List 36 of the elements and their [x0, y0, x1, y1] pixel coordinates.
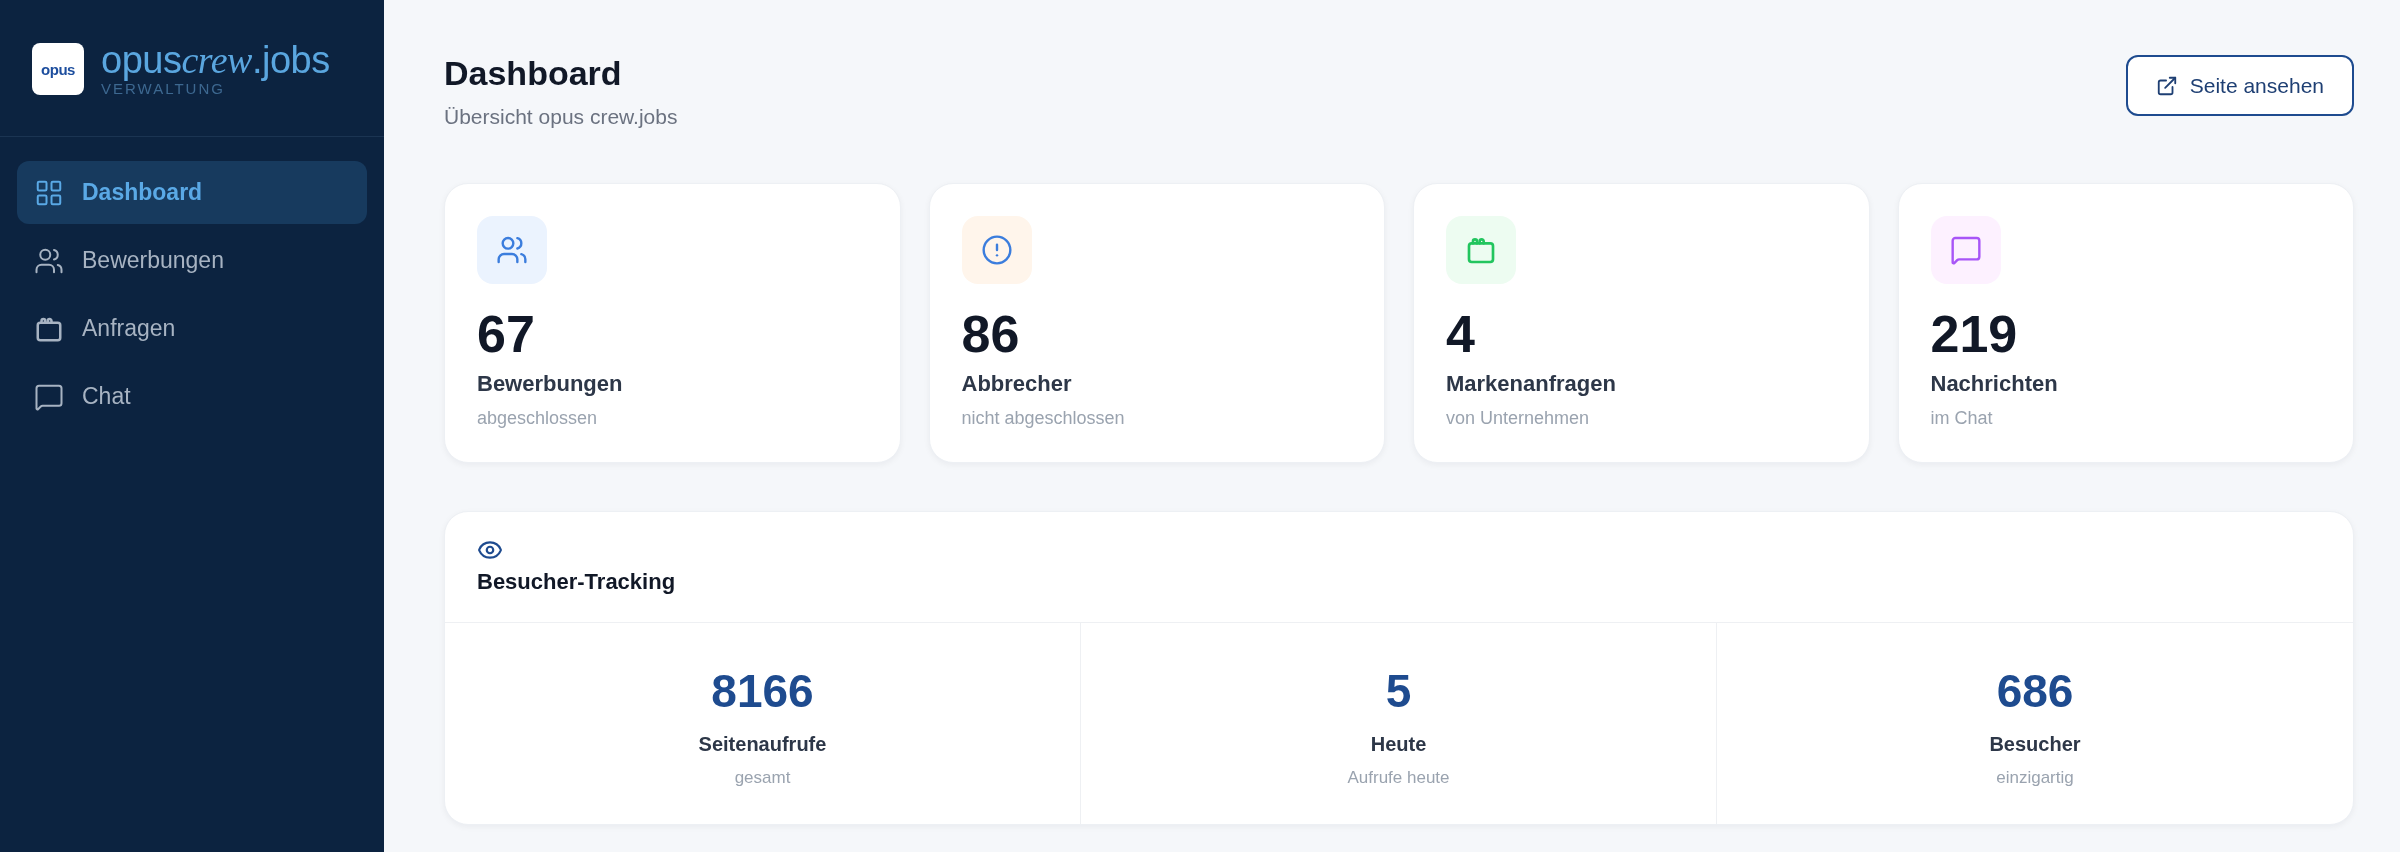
stat-note: im Chat	[1930, 407, 1994, 430]
page-subtitle: Übersicht opus crew.jobs	[444, 104, 678, 130]
stat-value: 86	[961, 306, 1021, 362]
stat-value: 219	[1930, 306, 2019, 362]
metric-value: 8166	[711, 665, 814, 717]
metric-label: Seitenaufrufe	[698, 732, 827, 757]
nav-item[interactable]: Bewerbungen	[17, 229, 367, 292]
nav-item[interactable]: Dashboard	[17, 161, 367, 224]
metric-label: Heute	[1370, 732, 1427, 757]
metric-label: Besucher	[1989, 732, 2081, 757]
panel-title: Besucher-Tracking	[477, 568, 677, 596]
metric-value: 686	[1996, 665, 2074, 717]
nav-item[interactable]: Anfragen	[17, 297, 367, 360]
brand-subtitle: VERWALTUNG	[101, 80, 226, 98]
metric-value: 5	[1385, 665, 1412, 717]
chat-bubble-icon	[1930, 216, 2001, 284]
view-site-button[interactable]: Seite ansehen	[2125, 55, 2354, 116]
stat-value: 4	[1446, 306, 1476, 362]
stat-label: Nachrichten	[1930, 370, 2059, 398]
metric-note: einzigartig	[1996, 767, 2074, 789]
external-link-icon	[2155, 74, 2178, 97]
stat-value: 67	[477, 306, 536, 362]
stat-label: Markenanfragen	[1446, 370, 1617, 398]
stat-note: nicht abgeschlossen	[961, 407, 1126, 430]
logo-mark: opus	[41, 61, 75, 77]
stat-note: abgeschlossen	[477, 407, 599, 430]
stat-label: Bewerbungen	[477, 370, 624, 398]
nav-item[interactable]: Chat	[17, 365, 367, 428]
stat-note: von Unternehmen	[1446, 407, 1591, 430]
stat-label: Abbrecher	[961, 370, 1073, 398]
users-icon	[477, 216, 547, 284]
bag-icon	[1446, 216, 1516, 284]
page-title: Dashboard	[444, 53, 623, 94]
brand-title: opuscrew.jobs	[101, 40, 330, 80]
metric-note: gesamt	[734, 767, 791, 789]
metric-note: Aufrufe heute	[1347, 767, 1450, 789]
